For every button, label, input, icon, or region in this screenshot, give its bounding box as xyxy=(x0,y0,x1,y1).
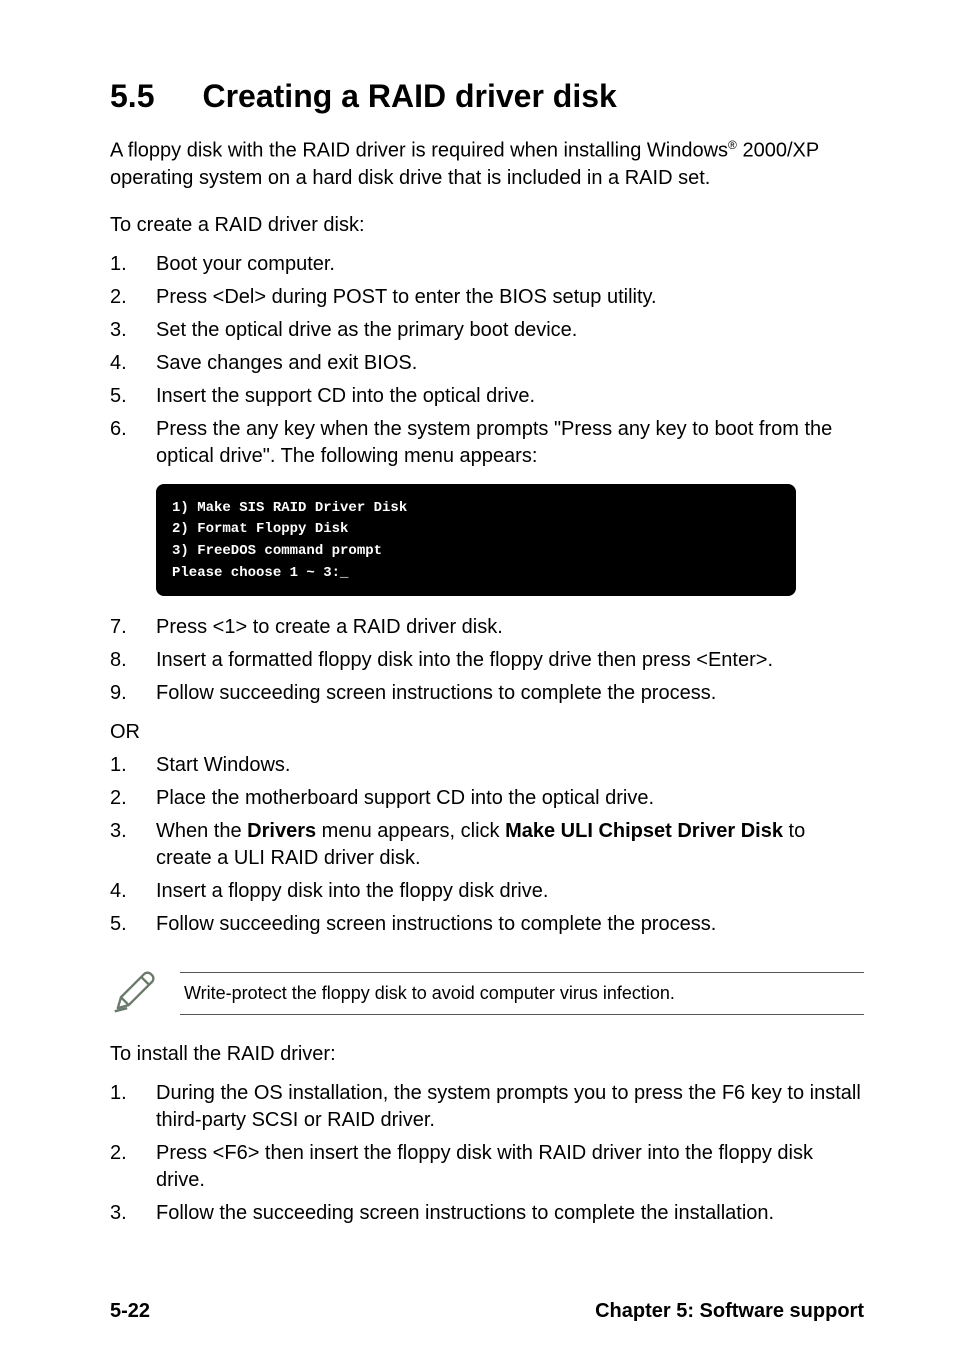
list-item: 7.Press <1> to create a RAID driver disk… xyxy=(110,614,864,641)
section-title: Creating a RAID driver disk xyxy=(202,78,616,114)
list-item: 3. When the Drivers menu appears, click … xyxy=(110,818,864,872)
boot-menu-codebox: 1) Make SIS RAID Driver Disk 2) Format F… xyxy=(156,484,796,597)
procedure-1-list: 1.Boot your computer. 2.Press <Del> duri… xyxy=(110,251,864,470)
procedure-3-list: 1.During the OS installation, the system… xyxy=(110,1080,864,1227)
chapter-label: Chapter 5: Software support xyxy=(595,1300,864,1323)
code-line: Please choose 1 ~ 3:_ xyxy=(172,563,780,585)
procedure-2-list: 1.Start Windows. 2.Place the motherboard… xyxy=(110,752,864,938)
list-item: 2.Press <Del> during POST to enter the B… xyxy=(110,284,864,311)
list-item: 8.Insert a formatted floppy disk into th… xyxy=(110,647,864,674)
page-footer: 5-22 Chapter 5: Software support xyxy=(110,1300,864,1323)
procedure-lead-2: To install the RAID driver: xyxy=(110,1043,864,1066)
list-item: 6.Press the any key when the system prom… xyxy=(110,416,864,470)
make-uli-bold: Make ULI Chipset Driver Disk xyxy=(505,820,783,842)
procedure-lead-1: To create a RAID driver disk: xyxy=(110,214,864,237)
list-item: 3.Set the optical drive as the primary b… xyxy=(110,317,864,344)
note-text: Write-protect the floppy disk to avoid c… xyxy=(180,972,864,1015)
list-item: 4.Insert a floppy disk into the floppy d… xyxy=(110,878,864,905)
list-item: 2.Press <F6> then insert the floppy disk… xyxy=(110,1140,864,1194)
list-item: 1.Boot your computer. xyxy=(110,251,864,278)
list-item: 2.Place the motherboard support CD into … xyxy=(110,785,864,812)
list-item: 3.Follow the succeeding screen instructi… xyxy=(110,1200,864,1227)
section-heading: 5.5 Creating a RAID driver disk xyxy=(110,78,864,115)
list-item: 1.Start Windows. xyxy=(110,752,864,779)
section-number: 5.5 xyxy=(110,78,154,115)
list-item: 5.Insert the support CD into the optical… xyxy=(110,383,864,410)
pencil-note-icon xyxy=(110,966,160,1021)
procedure-1b-list: 7.Press <1> to create a RAID driver disk… xyxy=(110,614,864,707)
page-number: 5-22 xyxy=(110,1300,150,1323)
intro-paragraph: A floppy disk with the RAID driver is re… xyxy=(110,137,864,192)
list-item: 5.Follow succeeding screen instructions … xyxy=(110,911,864,938)
code-line: 3) FreeDOS command prompt xyxy=(172,541,780,563)
code-line: 2) Format Floppy Disk xyxy=(172,519,780,541)
note-callout: Write-protect the floppy disk to avoid c… xyxy=(110,966,864,1021)
registered-symbol: ® xyxy=(728,138,737,152)
list-item: 4.Save changes and exit BIOS. xyxy=(110,350,864,377)
intro-text-1: A floppy disk with the RAID driver is re… xyxy=(110,140,728,162)
list-item: 1.During the OS installation, the system… xyxy=(110,1080,864,1134)
list-item: 9.Follow succeeding screen instructions … xyxy=(110,680,864,707)
or-separator: OR xyxy=(110,721,864,744)
drivers-bold: Drivers xyxy=(247,820,316,842)
code-line: 1) Make SIS RAID Driver Disk xyxy=(172,498,780,520)
